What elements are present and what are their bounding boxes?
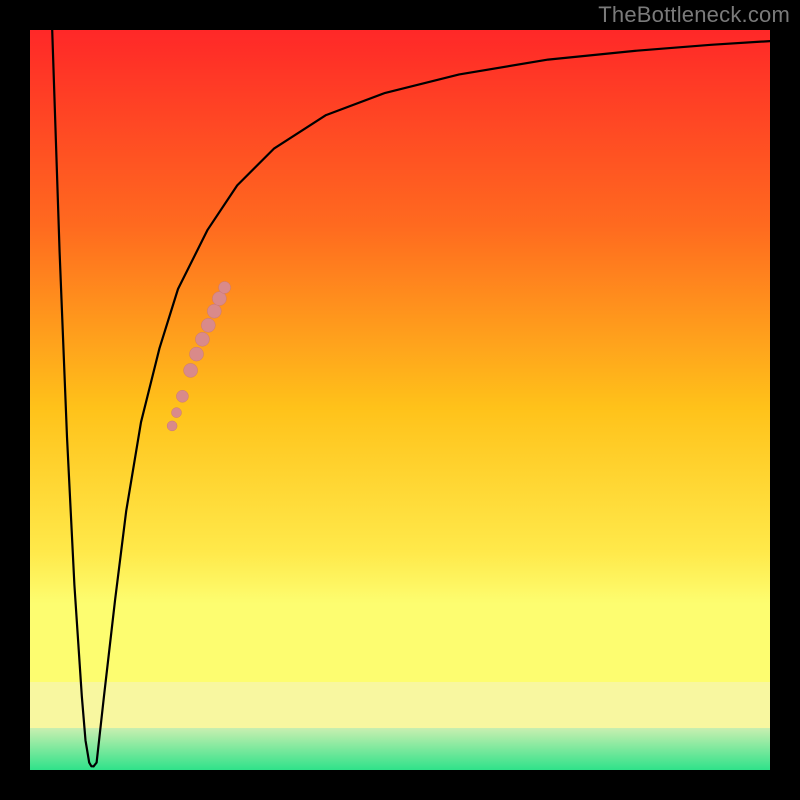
highlight-dot	[167, 421, 177, 431]
highlight-dot	[219, 282, 231, 294]
highlight-dot	[195, 332, 209, 346]
highlight-dot	[172, 408, 182, 418]
highlight-dot	[207, 304, 221, 318]
green-band	[30, 728, 770, 770]
bottleneck-chart	[0, 0, 800, 800]
frame-left	[0, 0, 30, 800]
highlight-dot	[176, 390, 188, 402]
highlight-dot	[190, 347, 204, 361]
gradient-background	[30, 30, 770, 682]
frame-right	[770, 0, 800, 800]
yellow-band	[30, 682, 770, 728]
highlight-dot	[201, 318, 215, 332]
frame-bottom	[0, 770, 800, 800]
chart-container: { "attribution": "TheBottleneck.com", "c…	[0, 0, 800, 800]
highlight-dot	[184, 363, 198, 377]
attribution-text: TheBottleneck.com	[598, 2, 790, 28]
